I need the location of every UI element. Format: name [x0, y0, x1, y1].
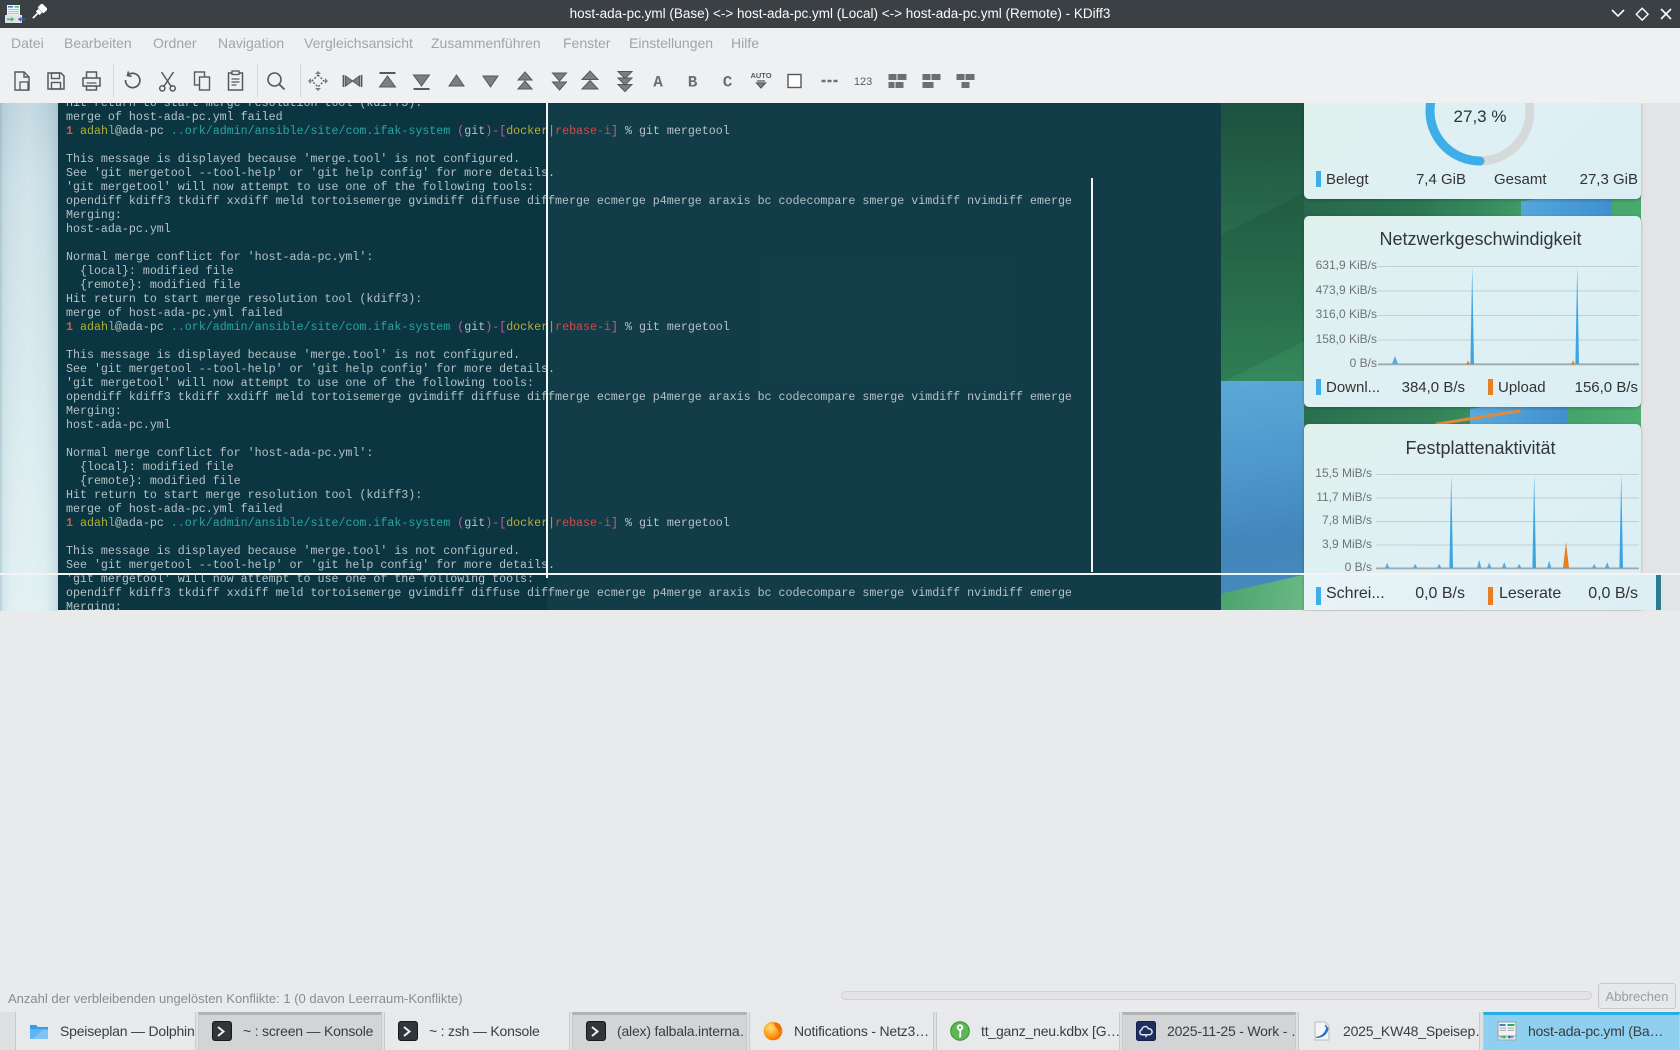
svg-text:C: C: [723, 74, 733, 92]
svg-text:AUTO: AUTO: [750, 71, 771, 80]
svg-text:123: 123: [854, 76, 872, 88]
svg-text:B: B: [688, 74, 698, 92]
svg-text:A: A: [653, 74, 663, 92]
